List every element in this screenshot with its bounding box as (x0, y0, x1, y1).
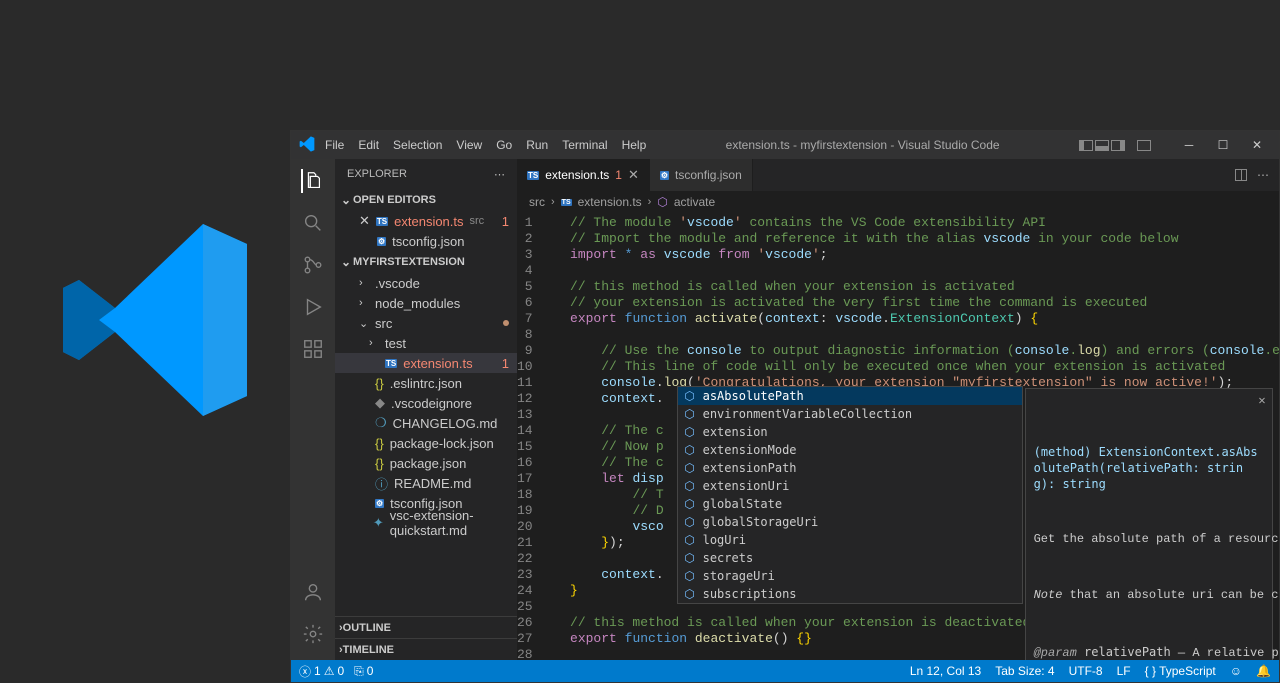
status-port[interactable]: ⎘ 0 (354, 664, 373, 679)
open-editor-item[interactable]: ⚙ tsconfig.json (335, 231, 517, 251)
intellisense-item[interactable]: ⬡logUri (678, 531, 1022, 549)
menu-bar: File Edit Selection View Go Run Terminal… (325, 138, 646, 152)
sidebar-more-icon[interactable]: ⋯ (494, 168, 505, 181)
explorer-icon[interactable] (301, 169, 325, 193)
tree-item[interactable]: ⌄src (335, 313, 517, 333)
method-icon: ⬡ (683, 479, 697, 493)
tree-item[interactable]: ⓘREADME.md (335, 473, 517, 493)
sidebar: EXPLORER ⋯ ⌄OPEN EDITORS ✕ TS extension.… (335, 159, 517, 660)
method-icon: ⬡ (657, 195, 667, 209)
menu-help[interactable]: Help (622, 138, 647, 152)
menu-go[interactable]: Go (496, 138, 512, 152)
menu-selection[interactable]: Selection (393, 138, 442, 152)
tree-item[interactable]: TSextension.ts1 (335, 353, 517, 373)
project-header[interactable]: ⌄MYFIRSTEXTENSION (335, 251, 517, 273)
open-editors-header[interactable]: ⌄OPEN EDITORS (335, 189, 517, 211)
intellisense-popup[interactable]: ⬡asAbsolutePath⬡environmentVariableColle… (677, 386, 1023, 604)
sidebar-title: EXPLORER (347, 168, 407, 180)
editor-area: TS extension.ts 1 ✕ ⚙ tsconfig.json ⋯ sr… (517, 159, 1279, 660)
source-control-icon[interactable] (301, 253, 325, 277)
minimize-button[interactable]: ─ (1175, 135, 1203, 155)
menu-run[interactable]: Run (526, 138, 548, 152)
intellisense-item[interactable]: ⬡extensionMode (678, 441, 1022, 459)
tree-item[interactable]: ❍CHANGELOG.md (335, 413, 517, 433)
tab-bar: TS extension.ts 1 ✕ ⚙ tsconfig.json ⋯ (517, 159, 1279, 191)
intellisense-item[interactable]: ⬡extension (678, 423, 1022, 441)
breadcrumb[interactable]: src› TS extension.ts› ⬡ activate (517, 191, 1279, 213)
window-title: extension.ts - myfirstextension - Visual… (646, 138, 1079, 152)
method-icon: ⬡ (683, 389, 697, 403)
tsconfig-icon: ⚙ (377, 237, 386, 246)
maximize-button[interactable]: ☐ (1209, 135, 1237, 155)
split-editor-icon[interactable] (1235, 169, 1247, 181)
menu-edit[interactable]: Edit (358, 138, 379, 152)
parameter-hint: ✕ (method) ExtensionContext.asAbsolutePa… (1025, 388, 1273, 660)
hint-close-icon[interactable]: ✕ (1258, 393, 1265, 409)
window: File Edit Selection View Go Run Terminal… (290, 130, 1280, 683)
tree-item[interactable]: ◆.vscodeignore (335, 393, 517, 413)
app-icon (299, 136, 315, 155)
method-icon: ⬡ (683, 551, 697, 565)
status-errors[interactable]: ⓧ 1 ⚠ 0 (299, 663, 344, 680)
search-icon[interactable] (301, 211, 325, 235)
layout-controls[interactable] (1079, 140, 1151, 151)
status-eol[interactable]: LF (1117, 664, 1131, 678)
status-tabsize[interactable]: Tab Size: 4 (995, 664, 1054, 678)
open-editor-item[interactable]: ✕ TS extension.ts src 1 (335, 211, 517, 231)
status-bar: ⓧ 1 ⚠ 0 ⎘ 0 Ln 12, Col 13 Tab Size: 4 UT… (291, 660, 1279, 682)
method-icon: ⬡ (683, 461, 697, 475)
extensions-icon[interactable] (301, 337, 325, 361)
activity-bar (291, 159, 335, 660)
tree-item[interactable]: ›node_modules (335, 293, 517, 313)
tree-item[interactable]: {}.eslintrc.json (335, 373, 517, 393)
settings-icon[interactable] (301, 622, 325, 646)
tab-extension-ts[interactable]: TS extension.ts 1 ✕ (517, 159, 650, 191)
titlebar: File Edit Selection View Go Run Terminal… (291, 131, 1279, 159)
intellisense-item[interactable]: ⬡globalState (678, 495, 1022, 513)
intellisense-item[interactable]: ⬡environmentVariableCollection (678, 405, 1022, 423)
close-button[interactable]: ✕ (1243, 135, 1271, 155)
status-encoding[interactable]: UTF-8 (1069, 664, 1103, 678)
close-icon[interactable]: ✕ (359, 213, 370, 229)
timeline-header[interactable]: ›TIMELINE (335, 638, 517, 660)
menu-view[interactable]: View (456, 138, 482, 152)
tree-item[interactable]: {}package.json (335, 453, 517, 473)
method-icon: ⬡ (683, 443, 697, 457)
method-icon: ⬡ (683, 497, 697, 511)
status-lang[interactable]: { } TypeScript (1145, 664, 1216, 678)
vscode-logo[interactable] (55, 200, 255, 440)
tree-item[interactable]: ›test (335, 333, 517, 353)
account-icon[interactable] (301, 580, 325, 604)
intellisense-item[interactable]: ⬡globalStorageUri (678, 513, 1022, 531)
tab-tsconfig[interactable]: ⚙ tsconfig.json (650, 159, 753, 191)
tab-close-icon[interactable]: ✕ (628, 167, 639, 183)
intellisense-item[interactable]: ⬡secrets (678, 549, 1022, 567)
tab-more-icon[interactable]: ⋯ (1257, 168, 1269, 182)
method-icon: ⬡ (683, 425, 697, 439)
method-icon: ⬡ (683, 407, 697, 421)
intellisense-item[interactable]: ⬡storageUri (678, 567, 1022, 585)
intellisense-item[interactable]: ⬡asAbsolutePath (678, 387, 1022, 405)
method-icon: ⬡ (683, 569, 697, 583)
code-editor[interactable]: 1234567891011121314151617181920212223242… (517, 213, 1279, 660)
menu-file[interactable]: File (325, 138, 344, 152)
tree-item[interactable]: ✦vsc-extension-quickstart.md (335, 513, 517, 533)
method-icon: ⬡ (683, 515, 697, 529)
method-icon: ⬡ (683, 587, 697, 601)
intellisense-item[interactable]: ⬡extensionPath (678, 459, 1022, 477)
menu-terminal[interactable]: Terminal (562, 138, 607, 152)
tree-item[interactable]: {}package-lock.json (335, 433, 517, 453)
run-debug-icon[interactable] (301, 295, 325, 319)
status-feedback-icon[interactable]: ☺ (1230, 664, 1242, 678)
intellisense-item[interactable]: ⬡subscriptions (678, 585, 1022, 603)
outline-header[interactable]: ›OUTLINE (335, 616, 517, 638)
method-icon: ⬡ (683, 533, 697, 547)
status-bell-icon[interactable]: 🔔 (1256, 664, 1271, 678)
tree-item[interactable]: ›.vscode (335, 273, 517, 293)
status-ln-col[interactable]: Ln 12, Col 13 (910, 664, 981, 678)
intellisense-item[interactable]: ⬡extensionUri (678, 477, 1022, 495)
